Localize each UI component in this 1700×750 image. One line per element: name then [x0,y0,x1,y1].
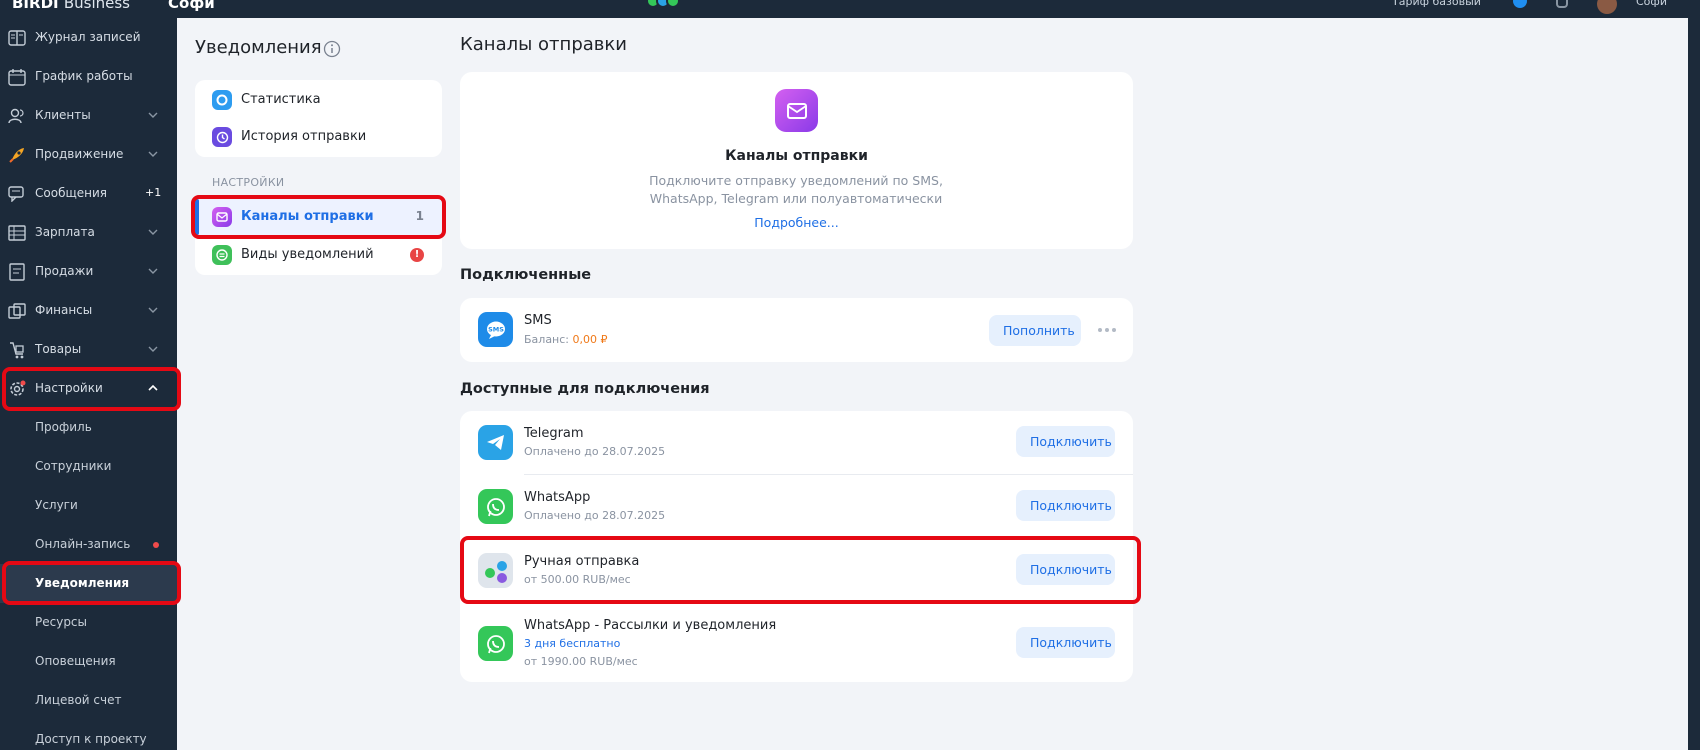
statistics-icon [212,90,232,110]
sidebar-subitem-employees[interactable]: Сотрудники [0,447,177,486]
menu-item-notification-types[interactable]: Виды уведомлений ! [195,237,442,273]
user-name[interactable]: Софи [1636,0,1667,8]
sms-icon: SMS [478,312,513,347]
channel-row-manual: Ручная отправка от 500.00 RUB/мес Подклю… [460,539,1133,602]
connect-whatsapp-button[interactable]: Подключить [1016,490,1115,521]
messages-icon [8,185,26,203]
page-title: Уведомления [195,37,322,58]
active-indicator [195,199,199,235]
available-section-title: Доступные для подключения [460,381,710,397]
sidebar-subitem-account[interactable]: Лицевой счет [0,681,177,720]
whatsapp-icon [478,489,513,524]
channel-row-whatsapp: WhatsApp Оплачено до 28.07.2025 Подключи… [460,475,1133,538]
main-title: Каналы отправки [460,34,627,55]
trial-label: 3 дня бесплатно [524,637,621,650]
notification-types-icon [212,245,232,265]
rocket-icon [8,146,26,164]
menu-item-history[interactable]: История отправки [195,119,442,155]
more-options-icon[interactable] [1097,327,1117,333]
alert-icon: ! [410,248,424,262]
bell-icon[interactable] [1556,0,1568,8]
sidebar-subitem-project-access[interactable]: Доступ к проекту [0,720,177,750]
sidebar-item-finance[interactable]: Финансы [0,291,177,330]
chevron-down-icon [148,268,158,274]
chevron-down-icon [148,229,158,235]
tariff-label[interactable]: Тариф базовый [1392,0,1481,8]
gear-icon [8,380,26,398]
sales-icon [8,263,26,281]
sidebar-subitem-profile[interactable]: Профиль [0,408,177,447]
envelope-icon [775,89,818,132]
sidebar-item-schedule[interactable]: График работы [0,57,177,96]
top-bar: BIRDI Business Софи Тариф базовый Софи [0,0,1700,18]
help-icon[interactable] [1513,0,1527,8]
messages-badge: +1 [145,186,162,199]
online-booking-dot [153,542,159,548]
channel-row-sms: SMS SMS Баланс: 0,00 ₽ Пополнить [460,298,1133,362]
finance-icon [8,302,26,320]
sidebar-subitem-notifications[interactable]: Уведомления [0,564,177,603]
menu-item-statistics[interactable]: Статистика [195,82,442,118]
telegram-icon [478,425,513,460]
top-up-button[interactable]: Пополнить [989,315,1081,346]
hero-title: Каналы отправки [725,148,868,164]
scrollbar[interactable] [1688,18,1700,750]
svg-text:SMS: SMS [488,325,504,333]
sidebar-item-goods[interactable]: Товары [0,330,177,369]
sidebar: Журнал записей График работы Клиенты Про… [0,18,177,750]
sidebar-item-sales[interactable]: Продажи [0,252,177,291]
connect-telegram-button[interactable]: Подключить [1016,426,1115,457]
hero-description: Подключите отправку уведомлений по SMS, … [649,173,943,206]
messenger-status-icons[interactable] [646,0,692,8]
journal-icon [8,29,26,47]
salary-icon [8,224,26,242]
sidebar-subitem-online-booking[interactable]: Онлайн-запись [0,525,177,564]
channels-icon [212,207,232,227]
clients-icon [8,107,26,125]
brand-logo[interactable]: BIRDI Business [12,0,130,12]
channel-row-whatsapp-broadcast: WhatsApp - Рассылки и уведомления 3 дня … [460,603,1133,682]
menu-item-send-channels[interactable]: Каналы отправки 1 [195,199,442,235]
learn-more-link[interactable]: Подробнее... [460,215,1133,230]
chevron-up-icon [148,384,158,391]
info-icon[interactable] [323,40,341,58]
sidebar-subitem-resources[interactable]: Ресурсы [0,603,177,642]
history-icon [212,127,232,147]
chevron-down-icon [148,151,158,157]
sidebar-item-promotion[interactable]: Продвижение [0,135,177,174]
sidebar-subitem-alerts[interactable]: Оповещения [0,642,177,681]
manual-send-icon [478,553,513,588]
notifications-menu-settings: Каналы отправки 1 Виды уведомлений ! [195,199,442,275]
sidebar-item-messages[interactable]: Сообщения +1 [0,174,177,213]
connect-whatsapp-broadcast-button[interactable]: Подключить [1016,627,1115,658]
connected-card: SMS SMS Баланс: 0,00 ₽ Пополнить [460,298,1133,362]
settings-section-label: НАСТРОЙКИ [212,176,285,189]
chevron-down-icon [148,307,158,313]
channels-hero-card: Каналы отправки Подключите отправку увед… [460,72,1133,249]
sidebar-subitem-services[interactable]: Услуги [0,486,177,525]
chevron-down-icon [148,346,158,352]
channel-row-telegram: Telegram Оплачено до 28.07.2025 Подключи… [460,411,1133,474]
branch-name[interactable]: Софи [168,0,215,12]
connect-manual-button[interactable]: Подключить [1016,554,1115,585]
sidebar-item-salary[interactable]: Зарплата [0,213,177,252]
connected-section-title: Подключенные [460,267,592,283]
channels-count: 1 [415,209,424,223]
available-card: Telegram Оплачено до 28.07.2025 Подключи… [460,411,1133,682]
chevron-down-icon [148,112,158,118]
sidebar-item-settings[interactable]: Настройки [0,369,177,408]
whatsapp-icon [478,626,513,661]
sidebar-item-journal[interactable]: Журнал записей [0,18,177,57]
avatar[interactable] [1597,0,1617,14]
goods-icon [8,341,26,359]
notifications-menu-top: Статистика История отправки [195,80,442,157]
calendar-icon [8,68,26,86]
sidebar-item-clients[interactable]: Клиенты [0,96,177,135]
sms-balance: Баланс: 0,00 ₽ [524,333,608,346]
